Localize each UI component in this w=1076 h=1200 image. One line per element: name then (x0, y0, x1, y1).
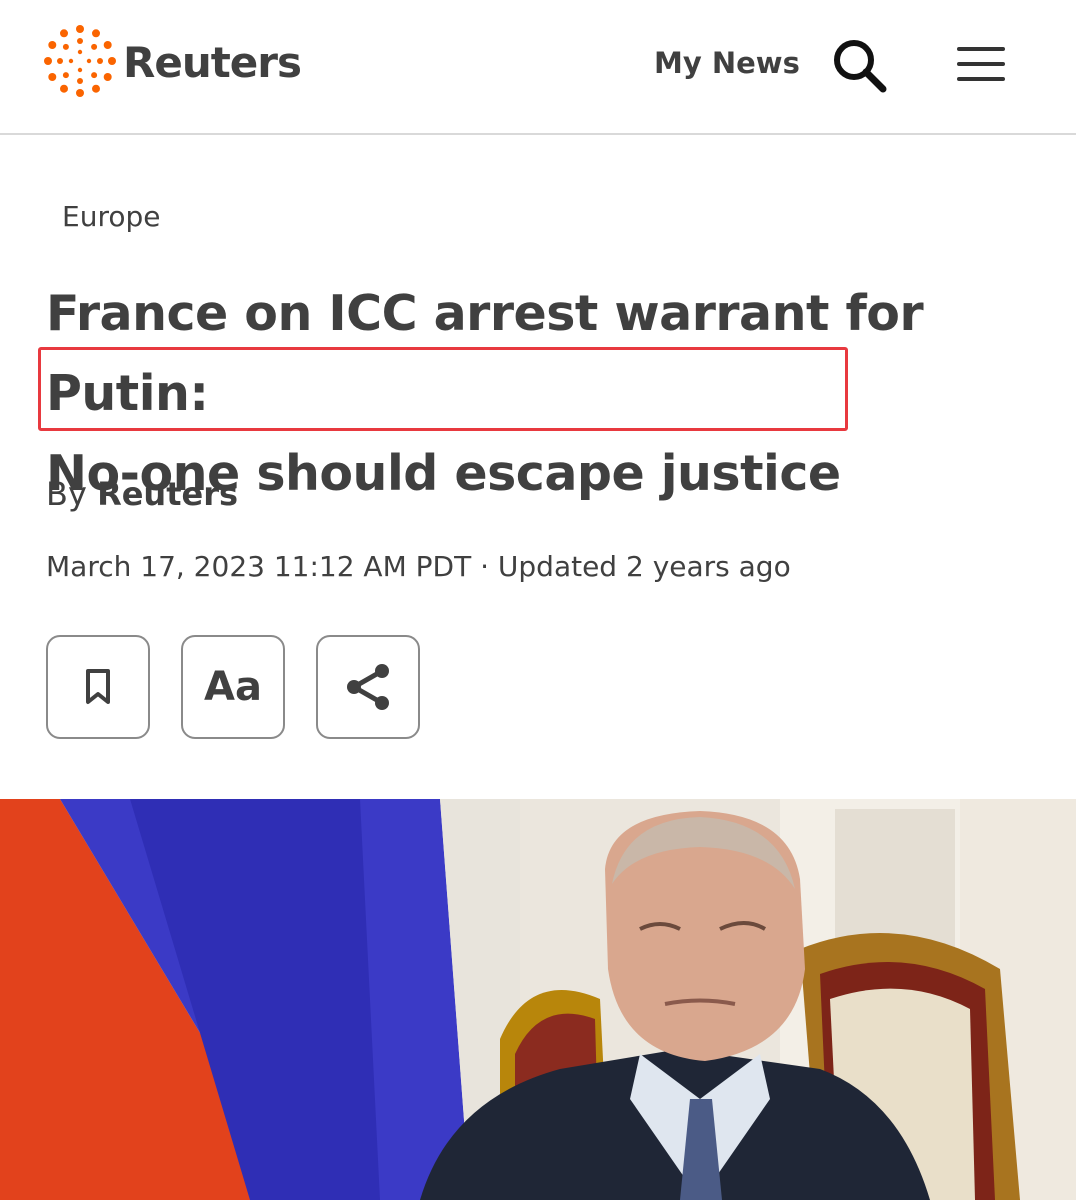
my-news-link[interactable]: My News (654, 46, 800, 80)
hamburger-menu-icon[interactable] (955, 44, 1007, 84)
byline-prefix: By (46, 475, 87, 513)
brand-name[interactable]: Reuters (123, 38, 302, 87)
article-category[interactable]: Europe (62, 200, 160, 233)
bookmark-icon (86, 669, 110, 704)
reuters-logo-icon[interactable] (44, 25, 116, 97)
headline-highlight-annotation (38, 347, 848, 431)
byline: By Reuters (46, 475, 238, 513)
share-icon (347, 664, 389, 710)
search-icon[interactable] (830, 36, 888, 94)
text-size-label: Aa (204, 664, 262, 710)
site-header: Reuters My News (0, 0, 1076, 135)
article-photo (0, 799, 1076, 1200)
text-size-button[interactable]: Aa (181, 635, 285, 739)
byline-author[interactable]: Reuters (97, 475, 238, 513)
share-button[interactable] (316, 635, 420, 739)
dateline: March 17, 2023 11:12 AM PDT · Updated 2 … (46, 550, 791, 583)
bookmark-button[interactable] (46, 635, 150, 739)
